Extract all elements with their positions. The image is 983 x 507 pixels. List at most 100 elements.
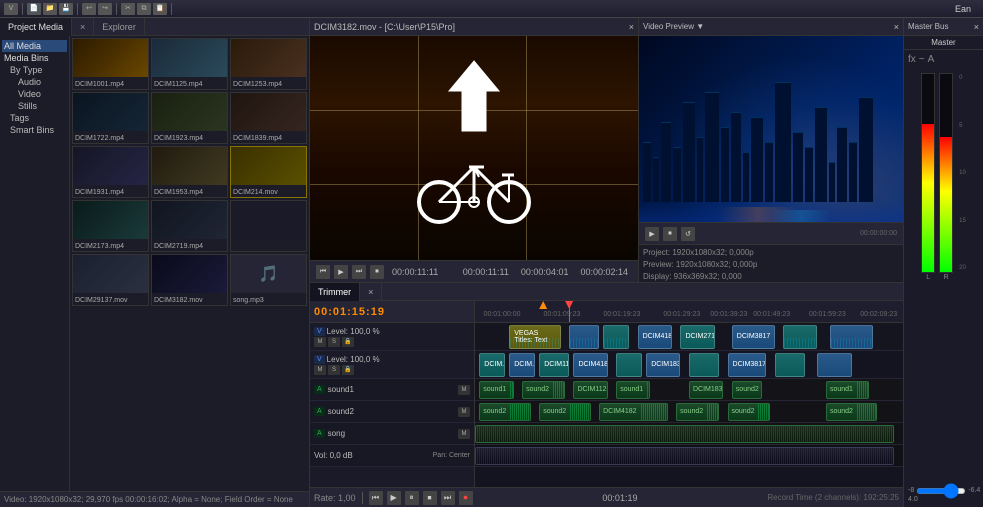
redo-icon[interactable]: ↪ (98, 3, 112, 15)
tab-project-media[interactable]: Project Media (0, 18, 72, 36)
v2-clip-6[interactable] (817, 353, 851, 377)
song-mute[interactable]: M (458, 429, 470, 439)
clip-teal-1[interactable] (603, 325, 629, 349)
audio2-wave-5[interactable]: sound2 (728, 403, 771, 421)
right-panel-close[interactable]: × (974, 22, 979, 32)
v2-clip-dcim1839[interactable]: DCIM1839 (646, 353, 680, 377)
media-item-9[interactable]: DCIM2173.mp4 (72, 200, 149, 252)
tab-trimmer[interactable]: Trimmer (310, 283, 360, 301)
tree-item-by-type[interactable]: By Type (2, 64, 67, 76)
next-frame-btn[interactable]: ⏭ (352, 265, 366, 279)
audio1-wave-2[interactable]: sound2 (522, 381, 565, 399)
tl-stop-btn[interactable]: ⏹ (423, 491, 437, 505)
track2-solo[interactable]: S (328, 365, 340, 375)
tree-item-audio[interactable]: Audio (2, 76, 67, 88)
v2-clip-2[interactable]: DCIM... (509, 353, 535, 377)
media-item-6[interactable]: DCIM1931.mp4 (72, 146, 149, 198)
preview2-close[interactable]: × (894, 22, 899, 32)
paste-icon[interactable]: 📋 (153, 3, 167, 15)
audio2-wave-3[interactable]: DCIM4182 (599, 403, 667, 421)
clip-text-vegas[interactable]: VEGAS Titles: Text (509, 325, 560, 349)
audio2-wave-2[interactable]: sound2 (539, 403, 590, 421)
building-18 (837, 127, 847, 202)
tree-item-media-bins[interactable]: Media Bins (2, 52, 67, 64)
tree-item-stills[interactable]: Stills (2, 100, 67, 112)
save-icon[interactable]: 💾 (59, 3, 73, 15)
fx-icon[interactable]: fx (908, 54, 916, 65)
media-item-5[interactable]: DCIM1839.mp4 (230, 92, 307, 144)
preview2-play-btn[interactable]: ▶ (645, 227, 659, 241)
media-item-4[interactable]: DCIM1923.mp4 (151, 92, 228, 144)
open-icon[interactable]: 📁 (43, 3, 57, 15)
track2-mute[interactable]: M (314, 365, 326, 375)
audio1-wave-5[interactable]: sound1 (826, 381, 869, 399)
v2-clip-1[interactable]: DCIM... (479, 353, 505, 377)
v2-clip-3[interactable] (616, 353, 642, 377)
track1-lock[interactable]: 🔒 (342, 337, 354, 347)
audio2-wave-6[interactable]: sound2 (826, 403, 877, 421)
track1-solo[interactable]: S (328, 337, 340, 347)
media-item-14[interactable]: 🎵 song.mp3 (230, 254, 307, 306)
tl-pause-btn[interactable]: ⏸ (405, 491, 419, 505)
tree-item-all-media[interactable]: All Media (2, 40, 67, 52)
audio1-wave-dcim1125[interactable]: DCIM1125 (573, 381, 607, 399)
v2-clip-dcim4182[interactable]: DCIM4182 (573, 353, 607, 377)
tree-item-smart-bins[interactable]: Smart Bins (2, 124, 67, 136)
v2-clip-dcim3817[interactable]: DCIM3817 (728, 353, 767, 377)
preview-close-icon[interactable]: × (629, 22, 634, 32)
clip-dcim3817[interactable]: DCIM3817 (732, 325, 775, 349)
media-item-13[interactable]: DCIM3182.mov (151, 254, 228, 306)
track2-lock[interactable]: 🔒 (342, 365, 354, 375)
tab-trimmer-close[interactable]: × (360, 283, 382, 301)
v2-clip-4[interactable] (689, 353, 719, 377)
tl-play-btn[interactable]: ▶ (387, 491, 401, 505)
clip-dcim2712[interactable]: DCIM2712 (680, 325, 714, 349)
media-item-0[interactable]: DCIM1001.mp4 (72, 38, 149, 90)
undo-icon[interactable]: ↩ (82, 3, 96, 15)
audio2-wave-1[interactable]: sound2 (479, 403, 530, 421)
audio2-wave-4[interactable]: sound2 (676, 403, 719, 421)
preview2-stop-btn[interactable]: ⏹ (663, 227, 677, 241)
new-icon[interactable]: 📄 (27, 3, 41, 15)
clip-dcim4182[interactable]: DCIM4182 (638, 325, 672, 349)
tl-record-btn[interactable]: ⏺ (459, 491, 473, 505)
audio2-mute[interactable]: M (458, 407, 470, 417)
media-item-7[interactable]: DCIM1953.mp4 (151, 146, 228, 198)
timeline-timecode: 00:01:15:19 (310, 301, 474, 323)
v2-clip-5[interactable] (775, 353, 805, 377)
media-item-12[interactable]: DCIM29137.mov (72, 254, 149, 306)
tree-item-video[interactable]: Video (2, 88, 67, 100)
media-item-1[interactable]: DCIM1125.mp4 (151, 38, 228, 90)
env-icon[interactable]: ~ (919, 54, 925, 65)
tab-explorer[interactable]: Explorer (94, 18, 145, 36)
track1-mute[interactable]: M (314, 337, 326, 347)
media-item-3[interactable]: DCIM1722.mp4 (72, 92, 149, 144)
stop-btn-main[interactable]: ⏹ (370, 265, 384, 279)
tl-next-btn[interactable]: ⏭ (441, 491, 455, 505)
preview2-loop-btn[interactable]: ↺ (681, 227, 695, 241)
audio1-mute[interactable]: M (458, 385, 470, 395)
clip-blue-1[interactable] (569, 325, 599, 349)
media-item-10[interactable]: DCIM2719.mp4 (151, 200, 228, 252)
audio1-wave-3[interactable]: sound1 (616, 381, 650, 399)
tab-close[interactable]: × (72, 18, 94, 36)
cut-icon[interactable]: ✂ (121, 3, 135, 15)
v2-clip-dcim1125[interactable]: DCIM1125 (539, 353, 569, 377)
master-bus-label: Master Bus (908, 22, 948, 31)
audio1-wave-dcim1839[interactable]: DCIM1839 (689, 381, 723, 399)
media-item-8[interactable]: DCIM214.mov (230, 146, 307, 198)
media-item-2[interactable]: DCIM1253.mp4 (230, 38, 307, 90)
master-wave[interactable] (475, 447, 894, 465)
clip-end1[interactable] (783, 325, 817, 349)
volume-fader[interactable] (916, 488, 966, 494)
play-btn-main[interactable]: ▶ (334, 265, 348, 279)
song-wave[interactable] (475, 425, 894, 443)
clip-end2[interactable] (830, 325, 873, 349)
audio1-wave-1[interactable]: sound1 (479, 381, 513, 399)
auto-icon[interactable]: A (928, 54, 935, 65)
copy-icon[interactable]: ⧉ (137, 3, 151, 15)
tree-item-tags[interactable]: Tags (2, 112, 67, 124)
audio1-wave-4[interactable]: sound2 (732, 381, 762, 399)
tl-prev-btn[interactable]: ⏮ (369, 491, 383, 505)
prev-frame-btn[interactable]: ⏮ (316, 265, 330, 279)
